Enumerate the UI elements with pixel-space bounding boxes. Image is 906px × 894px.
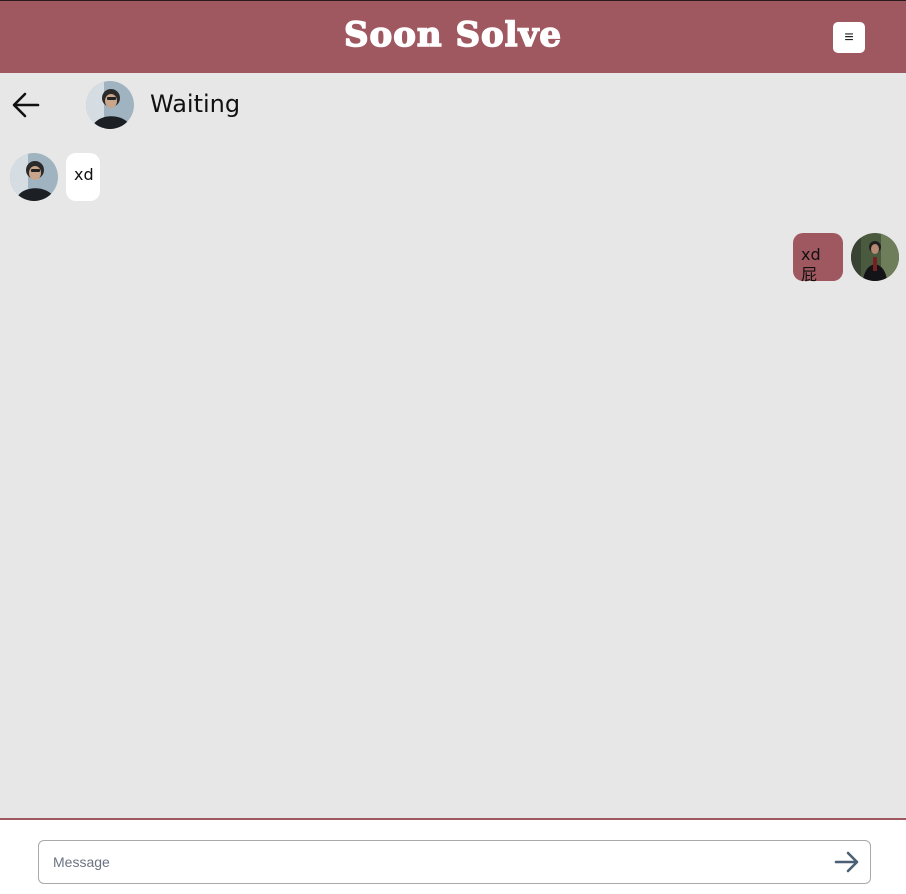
message-input[interactable] (38, 840, 871, 884)
menu-button[interactable]: ≡ (833, 22, 865, 53)
contact-avatar[interactable] (86, 81, 134, 129)
menu-icon: ≡ (844, 29, 854, 46)
composer (0, 818, 906, 894)
outgoing-message: xd屁 (793, 233, 843, 284)
app-header: Soon Solve ≡ (0, 0, 906, 73)
message-text: xd (74, 165, 94, 184)
contact-name: Waiting (150, 90, 241, 118)
back-button[interactable] (10, 89, 42, 121)
my-avatar (851, 233, 899, 281)
sender-avatar (10, 153, 58, 201)
chat-header: Waiting (0, 73, 906, 137)
incoming-message: xd (66, 153, 100, 201)
arrow-right-icon (834, 851, 859, 873)
message-text: xd屁 (801, 245, 821, 284)
send-button[interactable] (832, 849, 862, 875)
brand-logo: Soon Solve (343, 14, 562, 56)
arrow-left-icon (12, 92, 40, 118)
